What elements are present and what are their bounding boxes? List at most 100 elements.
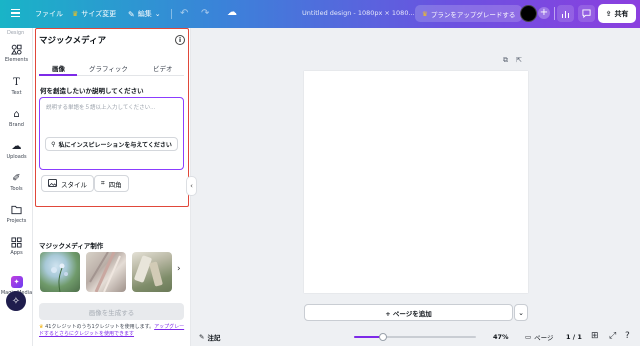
- apps-icon: [11, 236, 23, 248]
- rail-label: Uploads: [6, 154, 27, 160]
- crown-icon: ♛: [39, 324, 44, 330]
- rail-item-apps[interactable]: Apps: [0, 236, 33, 256]
- edit-menu[interactable]: ✎ 編集 ⌄: [128, 9, 161, 19]
- toolbar-divider: [171, 9, 172, 19]
- notes-label: 注記: [207, 334, 221, 342]
- aspect-label: 四角: [108, 180, 122, 189]
- rail-top-label: Design: [7, 30, 25, 36]
- uploads-icon: ☁: [11, 140, 22, 152]
- crown-icon: ♛: [422, 9, 428, 18]
- upgrade-button[interactable]: ♛ プランをアップグレードする: [415, 5, 523, 22]
- rail-label: Apps: [10, 250, 23, 256]
- tab-video[interactable]: ビデオ: [153, 63, 173, 73]
- design-canvas[interactable]: [304, 71, 528, 293]
- pages-icon: ▭: [525, 333, 532, 341]
- page-count: 1 / 1: [566, 333, 582, 341]
- media-tabs: 画像 グラフィック ビデオ: [39, 60, 184, 76]
- image-style-icon: [48, 178, 57, 189]
- notes-button[interactable]: ✎ 注記: [199, 332, 220, 342]
- aspect-ratio-button[interactable]: ⌗ 四角: [94, 175, 129, 192]
- magic-media-icon: ✦: [10, 276, 23, 288]
- generate-image-button[interactable]: 画像を生成する: [39, 303, 184, 320]
- rail-label: Projects: [6, 218, 27, 224]
- tab-graphic[interactable]: グラフィック: [89, 63, 128, 73]
- panel-title: マジックメディア: [39, 36, 107, 46]
- resize-label: サイズ変更: [81, 10, 117, 18]
- fullscreen-icon[interactable]: ⤢: [609, 331, 616, 341]
- creation-thumbnail[interactable]: [40, 252, 80, 292]
- elements-icon: [11, 43, 23, 55]
- creation-thumbnail[interactable]: [86, 252, 126, 292]
- resize-button[interactable]: ♛ サイズ変更: [72, 9, 116, 19]
- crop-icon: ⌗: [101, 179, 105, 187]
- design-title[interactable]: Untitled design - 1080px × 1080...: [302, 9, 415, 17]
- rail-label: Elements: [4, 57, 29, 63]
- rail-label: Tools: [10, 186, 23, 192]
- duplicate-page-icon[interactable]: ⧉: [503, 56, 508, 65]
- zoom-slider-handle[interactable]: [378, 333, 387, 341]
- pages-label: ページ: [534, 334, 554, 342]
- tools-icon: ✐: [12, 172, 21, 184]
- file-menu[interactable]: ファイル: [35, 9, 63, 19]
- style-button[interactable]: スタイル: [41, 175, 94, 192]
- collapse-panel-handle[interactable]: ‹: [186, 176, 197, 196]
- notes-icon: ✎: [199, 333, 205, 341]
- text-icon: T: [13, 76, 20, 88]
- prompt-input[interactable]: 説明する単語を５語以上入力してください... ⚲ 私にインスピレーションを与えて…: [39, 97, 184, 170]
- add-page-button[interactable]: + ページを追加: [304, 304, 513, 321]
- toolbar-divider: [554, 7, 555, 20]
- share-button[interactable]: ⇪ 共有: [598, 4, 636, 23]
- file-menu-label: ファイル: [35, 10, 63, 18]
- prompt-placeholder: 説明する単語を５語以上入力してください...: [46, 105, 156, 111]
- style-label: スタイル: [61, 180, 87, 189]
- pages-button[interactable]: ▭ ページ: [525, 332, 554, 342]
- help-icon[interactable]: ?: [625, 331, 630, 341]
- rail-label: Brand: [9, 122, 24, 128]
- comment-icon[interactable]: [578, 5, 595, 22]
- creation-thumbnail[interactable]: [132, 252, 172, 292]
- add-collaborator-icon[interactable]: +: [538, 7, 550, 19]
- info-icon[interactable]: i: [175, 35, 185, 45]
- share-label: 共有: [614, 9, 629, 18]
- top-toolbar: ファイル ♛ サイズ変更 ✎ 編集 ⌄ ↶ ↷ ☁ Untitled desig…: [0, 0, 640, 28]
- pencil-icon: ✎: [128, 9, 135, 19]
- rail-item-brand[interactable]: ⌂ Brand: [0, 108, 33, 129]
- rail-label: Text: [11, 90, 22, 96]
- rail-item-uploads[interactable]: ☁ Uploads: [0, 140, 33, 161]
- brand-icon: ⌂: [13, 108, 20, 120]
- prompt-label: 何を創造したいか説明してください: [40, 87, 144, 95]
- rail-item-text[interactable]: T Text: [0, 76, 33, 97]
- lightbulb-icon: ⚲: [51, 140, 56, 148]
- zoom-level[interactable]: 47%: [493, 333, 509, 341]
- magic-assistant-icon[interactable]: ✧: [6, 291, 26, 311]
- add-page-icon[interactable]: ⇱: [516, 56, 522, 65]
- recent-creations-title: マジックメディア制作: [39, 242, 104, 250]
- chevron-right-icon[interactable]: ›: [177, 264, 181, 274]
- credits-text: 41クレジットのうち1クレジットを使用します。: [45, 324, 155, 330]
- upgrade-label: プランをアップグレードする: [430, 10, 516, 19]
- edit-label: 編集: [137, 10, 152, 18]
- avatar[interactable]: [520, 5, 537, 22]
- rail-item-projects[interactable]: Projects: [0, 204, 33, 224]
- rail-item-tools[interactable]: ✐ Tools: [0, 172, 33, 193]
- crown-icon: ♛: [72, 10, 79, 18]
- chevron-down-icon: ⌄: [154, 10, 161, 18]
- redo-icon[interactable]: ↷: [201, 8, 209, 19]
- projects-icon: [11, 204, 23, 216]
- insights-icon[interactable]: [557, 5, 574, 22]
- cloud-save-icon[interactable]: ☁: [227, 7, 237, 18]
- zoom-slider[interactable]: [354, 333, 476, 341]
- rail-item-elements[interactable]: Elements: [0, 43, 33, 63]
- tab-image[interactable]: 画像: [52, 63, 65, 73]
- undo-icon[interactable]: ↶: [180, 8, 188, 19]
- inspire-me-button[interactable]: ⚲ 私にインスピレーションを与えてください: [45, 137, 178, 151]
- menu-icon[interactable]: [11, 9, 20, 17]
- active-tab-indicator: [39, 74, 77, 76]
- chevron-down-icon[interactable]: ⌄: [514, 304, 528, 321]
- credits-note: ♛ 41クレジットのうち1クレジットを使用します。アップグレードするとさらにクレ…: [39, 324, 189, 338]
- page-tools: ⧉ ⇱: [503, 56, 522, 65]
- inspire-label: 私にインスピレーションを与えてください: [58, 141, 172, 149]
- bottom-bar: ✎ 注記 47% ▭ ページ 1 / 1 ⊞ ⤢ ?: [191, 328, 640, 346]
- share-icon: ⇪: [605, 9, 612, 18]
- grid-view-icon[interactable]: ⊞: [591, 331, 599, 341]
